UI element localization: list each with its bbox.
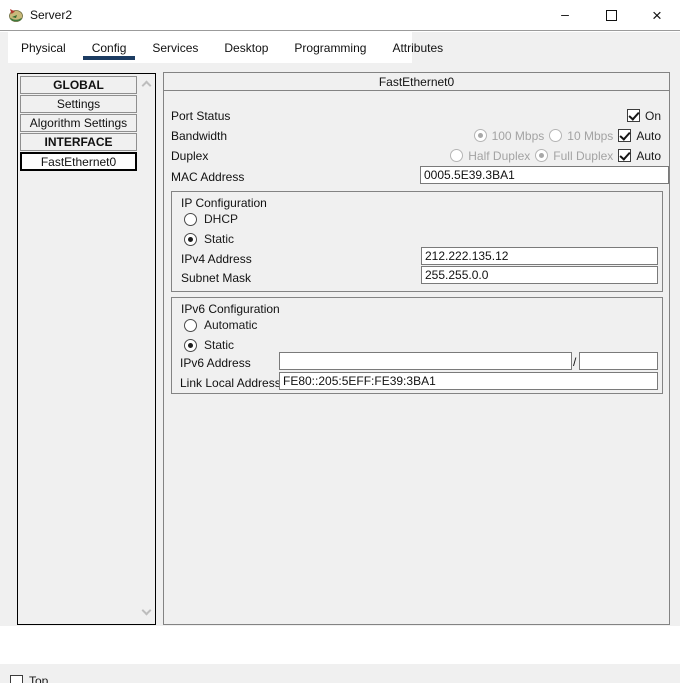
duplex-half-label: Half Duplex <box>468 149 530 163</box>
tab-services[interactable]: Services <box>139 32 211 63</box>
bottom-spacer <box>0 626 680 664</box>
sidebar-item-global[interactable]: GLOBAL <box>20 76 137 94</box>
maximize-icon <box>606 10 617 21</box>
dhcp-label: DHCP <box>204 212 238 226</box>
sidebar-scrollbar[interactable] <box>139 75 154 623</box>
ipv6-configuration-title: IPv6 Configuration <box>181 302 280 316</box>
ip-configuration-group: IP Configuration DHCP Static IPv4 Addres… <box>171 191 663 292</box>
packet-tracer-logo-icon <box>8 7 24 23</box>
tab-attributes[interactable]: Attributes <box>379 32 456 63</box>
close-button[interactable]: × <box>634 0 680 31</box>
top-checkbox-label: Top <box>29 674 48 683</box>
maximize-button[interactable] <box>588 0 634 31</box>
minimize-button[interactable]: – <box>542 0 588 31</box>
ipv6-configuration-group: IPv6 Configuration Automatic Static IPv6… <box>171 297 663 394</box>
ipv6-address-input[interactable] <box>279 352 572 370</box>
ipv6-automatic-radio[interactable] <box>184 319 197 332</box>
static-ipv4-radio[interactable] <box>184 233 197 246</box>
ipv6-automatic-label: Automatic <box>204 318 257 332</box>
static-ipv4-label: Static <box>204 232 234 246</box>
chevron-up-icon[interactable] <box>143 80 150 87</box>
config-tab-content: GLOBAL Settings Algorithm Settings INTER… <box>0 63 680 683</box>
sidebar-item-interface[interactable]: INTERFACE <box>20 133 137 151</box>
bandwidth-10mbps-radio <box>549 129 562 142</box>
window-controls: – × <box>542 0 680 31</box>
port-status-label: Port Status <box>171 109 230 123</box>
bandwidth-100mbps-label: 100 Mbps <box>492 129 545 143</box>
config-sidebar: GLOBAL Settings Algorithm Settings INTER… <box>17 73 156 625</box>
duplex-auto-checkbox[interactable] <box>618 149 631 162</box>
ipv6-static-label: Static <box>204 338 234 352</box>
tab-desktop[interactable]: Desktop <box>211 32 281 63</box>
subnet-mask-input[interactable] <box>421 266 658 284</box>
link-local-address-input[interactable] <box>279 372 658 390</box>
window-title: Server2 <box>30 8 72 22</box>
bandwidth-100mbps-radio <box>474 129 487 142</box>
ipv6-address-label: IPv6 Address <box>180 356 251 370</box>
duplex-full-radio <box>535 149 548 162</box>
dhcp-radio[interactable] <box>184 213 197 226</box>
close-icon: × <box>652 6 662 26</box>
bandwidth-auto-label: Auto <box>636 129 661 143</box>
tab-bar: Physical Config Services Desktop Program… <box>0 32 680 63</box>
mac-address-input[interactable] <box>420 166 669 184</box>
ipv6-static-radio[interactable] <box>184 339 197 352</box>
bandwidth-label: Bandwidth <box>171 129 227 143</box>
panel-title: FastEthernet0 <box>164 73 669 91</box>
subnet-mask-label: Subnet Mask <box>181 271 251 285</box>
top-checkbox[interactable] <box>10 675 23 683</box>
duplex-full-label: Full Duplex <box>553 149 613 163</box>
ipv4-address-input[interactable] <box>421 247 658 265</box>
link-local-address-label: Link Local Address: <box>180 376 284 390</box>
tab-physical[interactable]: Physical <box>8 32 79 63</box>
duplex-label: Duplex <box>171 149 208 163</box>
tab-programming[interactable]: Programming <box>281 32 379 63</box>
bandwidth-auto-checkbox[interactable] <box>618 129 631 142</box>
ip-configuration-title: IP Configuration <box>181 196 267 210</box>
chevron-down-icon[interactable] <box>143 607 150 614</box>
sidebar-item-settings[interactable]: Settings <box>20 95 137 113</box>
duplex-auto-label: Auto <box>636 149 661 163</box>
tab-config[interactable]: Config <box>79 32 140 63</box>
port-status-on-checkbox[interactable] <box>627 109 640 122</box>
packet-tracer-device-window: { "window": { "title": "Server2", "icon"… <box>0 0 680 683</box>
sidebar-item-algorithm-settings[interactable]: Algorithm Settings <box>20 114 137 132</box>
minimize-icon: – <box>561 6 569 22</box>
ipv6-prefix-input[interactable] <box>579 352 658 370</box>
ipv4-address-label: IPv4 Address <box>181 252 252 266</box>
interface-panel: FastEthernet0 Port Status On Bandwidth 1… <box>163 72 670 625</box>
ipv6-prefix-separator: / <box>573 355 576 369</box>
mac-address-label: MAC Address <box>171 170 244 184</box>
duplex-half-radio <box>450 149 463 162</box>
port-status-on-label: On <box>645 109 661 123</box>
bandwidth-10mbps-label: 10 Mbps <box>567 129 613 143</box>
sidebar-item-fastethernet0[interactable]: FastEthernet0 <box>20 152 137 171</box>
bottom-bar: Top <box>0 664 680 683</box>
title-bar: Server2 – × <box>0 0 680 31</box>
